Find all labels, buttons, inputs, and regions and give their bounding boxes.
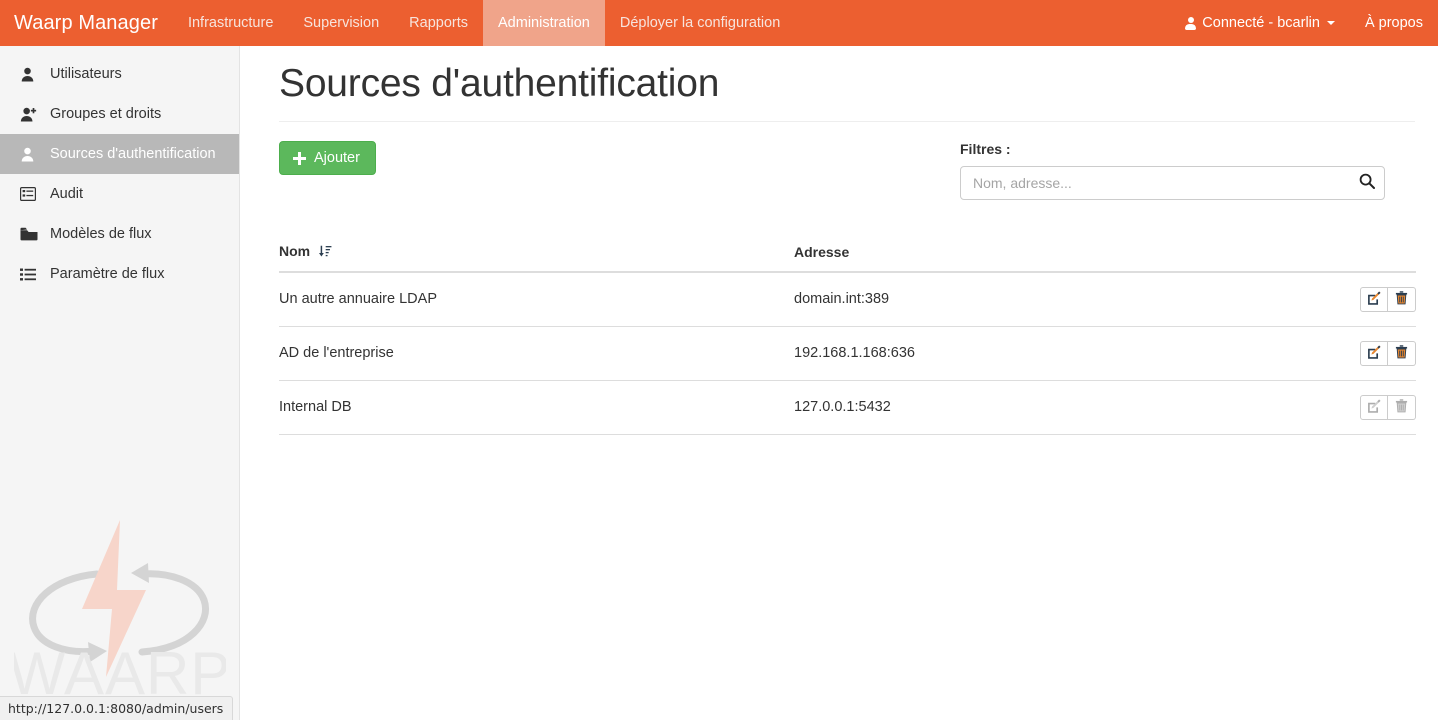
nav-link-deployer-configuration[interactable]: Déployer la configuration <box>605 0 795 46</box>
sidebar-item-audit[interactable]: Audit <box>0 174 239 214</box>
column-header-nom-label: Nom <box>279 242 311 259</box>
search-button[interactable] <box>1349 167 1384 199</box>
row-action-group <box>1360 340 1416 366</box>
search-input[interactable] <box>960 165 1385 200</box>
column-header-actions <box>1264 242 1416 273</box>
page-title: Sources d'authentification <box>279 62 720 105</box>
list-icon <box>20 268 40 281</box>
column-header-adresse[interactable]: Adresse <box>794 242 1264 273</box>
brand-logo[interactable]: Waarp Manager <box>0 0 173 46</box>
edit-button[interactable] <box>1360 286 1388 312</box>
sidebar-item-modeles-de-flux[interactable]: Modèles de flux <box>0 214 239 254</box>
nav-link-about[interactable]: À propos <box>1350 0 1438 46</box>
sidebar-item-label: Audit <box>50 186 84 202</box>
main-content: Sources d'authentification Ajouter Filtr… <box>240 46 1438 720</box>
table-row: Un autre annuaire LDAP domain.int:389 <box>279 271 1416 327</box>
cell-actions <box>1264 380 1416 435</box>
cell-nom: Un autre annuaire LDAP <box>279 271 794 327</box>
sidebar-item-sources-d-authentification[interactable]: Sources d'authentification <box>0 134 239 174</box>
primary-nav: Infrastructure Supervision Rapports Admi… <box>173 0 795 46</box>
nav-right-group: Connecté - bcarlin À propos <box>1170 0 1438 46</box>
sidebar-item-label: Modèles de flux <box>50 226 152 242</box>
table-body: Un autre annuaire LDAP domain.int:389 AD… <box>279 271 1416 435</box>
user-menu-label: Connecté - bcarlin <box>1202 15 1320 31</box>
sources-table: Nom Adresse Un autre annuaire LDAP domai… <box>279 242 1416 435</box>
nav-link-supervision[interactable]: Supervision <box>288 0 394 46</box>
table-header-row: Nom Adresse <box>279 242 1416 273</box>
cell-adresse: 127.0.0.1:5432 <box>794 380 1264 435</box>
edit-icon <box>1367 345 1381 362</box>
folder-icon <box>20 227 40 241</box>
add-button-label: Ajouter <box>314 149 360 166</box>
sources-table-wrapper: Nom Adresse Un autre annuaire LDAP domai… <box>279 242 1416 435</box>
user-icon <box>1185 16 1197 30</box>
add-button[interactable]: Ajouter <box>279 140 376 176</box>
title-divider <box>279 120 1415 122</box>
search-icon <box>1359 173 1375 192</box>
nav-link-administration[interactable]: Administration <box>483 0 605 46</box>
filters-panel: Filtres : <box>960 141 1385 200</box>
list-alt-icon <box>20 187 40 201</box>
delete-button[interactable] <box>1388 340 1416 366</box>
plus-icon <box>293 151 306 165</box>
sidebar-menu: Utilisateurs Groupes et droits Sources d… <box>0 46 239 294</box>
user-icon <box>20 147 40 162</box>
sidebar-item-label: Utilisateurs <box>50 66 122 82</box>
cell-nom: AD de l'entreprise <box>279 326 794 381</box>
edit-button-disabled <box>1360 394 1388 420</box>
user-icon <box>20 67 40 82</box>
sidebar-item-label: Paramètre de flux <box>50 266 165 282</box>
table-head: Nom Adresse <box>279 242 1416 273</box>
trash-icon <box>1395 399 1408 416</box>
waarp-watermark-logo: WAARP <box>9 512 230 712</box>
toolbar: Ajouter Filtres : <box>279 140 1415 200</box>
edit-icon <box>1367 399 1381 416</box>
top-navbar: Waarp Manager Infrastructure Supervision… <box>0 0 1438 46</box>
trash-icon <box>1395 345 1408 362</box>
sidebar-item-label: Groupes et droits <box>50 106 162 122</box>
table-row: Internal DB 127.0.0.1:5432 <box>279 380 1416 435</box>
cell-adresse: 192.168.1.168:636 <box>794 326 1264 381</box>
sidebar-item-groupes-et-droits[interactable]: Groupes et droits <box>0 94 239 134</box>
user-menu[interactable]: Connecté - bcarlin <box>1170 0 1350 46</box>
chevron-down-icon <box>1326 21 1335 25</box>
cell-actions <box>1264 326 1416 381</box>
cell-adresse: domain.int:389 <box>794 271 1264 327</box>
row-action-group <box>1360 394 1416 420</box>
column-header-nom[interactable]: Nom <box>279 242 794 273</box>
cell-nom: Internal DB <box>279 380 794 435</box>
status-bar-url: http://127.0.0.1:8080/admin/users <box>0 696 234 720</box>
search-field-wrapper <box>960 165 1385 200</box>
cell-actions <box>1264 271 1416 327</box>
nav-link-rapports[interactable]: Rapports <box>394 0 483 46</box>
table-row: AD de l'entreprise 192.168.1.168:636 <box>279 326 1416 381</box>
edit-icon <box>1367 291 1381 308</box>
sidebar-item-label: Sources d'authentification <box>50 146 216 162</box>
edit-button[interactable] <box>1360 340 1388 366</box>
user-plus-icon <box>20 107 40 122</box>
row-action-group <box>1360 286 1416 312</box>
sidebar-item-utilisateurs[interactable]: Utilisateurs <box>0 54 239 94</box>
filters-label: Filtres : <box>960 140 1011 157</box>
nav-link-infrastructure[interactable]: Infrastructure <box>173 0 288 46</box>
trash-icon <box>1395 291 1408 308</box>
sidebar: Utilisateurs Groupes et droits Sources d… <box>0 46 240 720</box>
delete-button[interactable] <box>1388 286 1416 312</box>
sidebar-item-parametre-de-flux[interactable]: Paramètre de flux <box>0 254 239 294</box>
sort-amount-down-icon <box>319 245 332 261</box>
delete-button-disabled <box>1388 394 1416 420</box>
